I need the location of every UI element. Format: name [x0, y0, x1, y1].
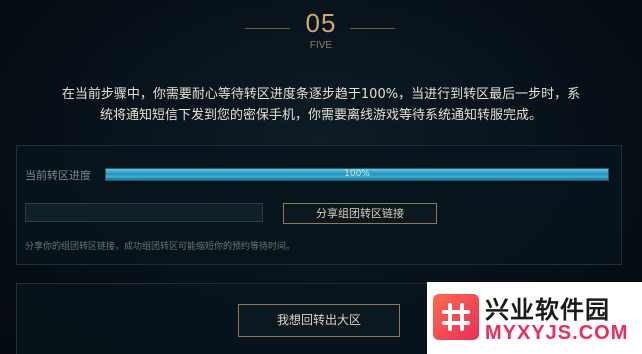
step-divider-right	[350, 28, 395, 29]
watermark-logo-icon	[433, 294, 479, 340]
progress-percent: 100%	[344, 169, 370, 179]
share-link-button[interactable]: 分享组团转区链接	[283, 203, 437, 224]
share-hint: 分享你的组团转区链接，成功组团转区可能缩短你的预约等待时间。	[25, 242, 296, 252]
instructions-text: 在当前步骤中，你需要耐心等待转区进度条逐步趋于100%，当进行到转区最后一步时，…	[0, 84, 642, 126]
transfer-progress-panel: 当前转区进度 100% 分享组团转区链接 分享你的组团转区链接，成功组团转区可能…	[16, 145, 622, 265]
instructions-line-2: 统将通知短信下发到您的密保手机，你需要离线游戏等待系统通知转服完成。	[99, 108, 542, 123]
site-watermark: 兴业软件园 MYXYJS.COM	[427, 282, 642, 354]
step-number: 05	[305, 8, 337, 38]
progress-bar: 100%	[105, 168, 609, 181]
step-word: FIVE	[309, 40, 333, 51]
transfer-back-button[interactable]: 我想回转出大区	[238, 304, 400, 337]
watermark-title: 兴业软件园	[485, 296, 610, 324]
step-header: 05 FIVE	[0, 6, 642, 56]
instructions-line-1: 在当前步骤中，你需要耐心等待转区进度条逐步趋于100%，当进行到转区最后一步时，…	[61, 87, 581, 102]
share-link-field[interactable]	[25, 203, 263, 222]
progress-label: 当前转区进度	[25, 169, 91, 182]
watermark-url: MYXYJS.COM	[485, 322, 629, 344]
